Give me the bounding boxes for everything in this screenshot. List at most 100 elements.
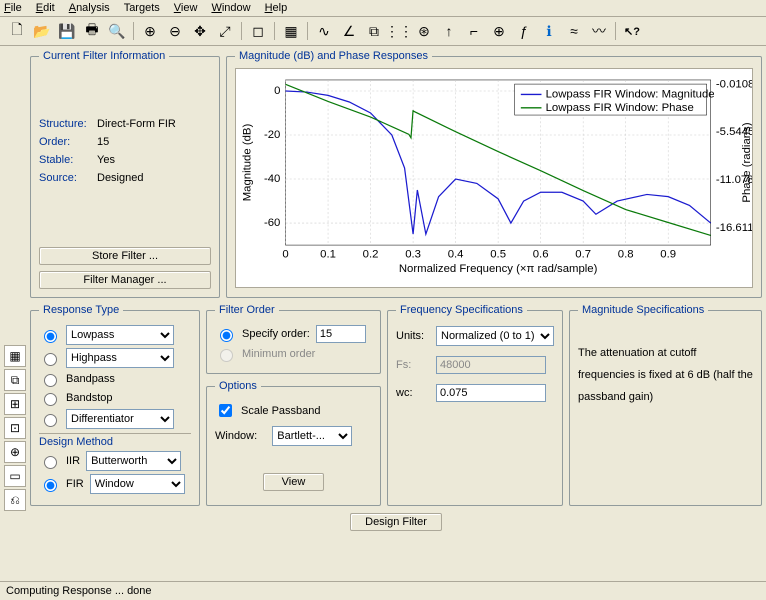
highpass-radio[interactable] (44, 353, 57, 366)
magnitude-icon[interactable]: ∿ (313, 20, 335, 42)
info-icon[interactable]: ℹ (538, 20, 560, 42)
zoom-xy-icon[interactable]: ⤢ (214, 20, 236, 42)
round-icon[interactable]: ≈ (563, 20, 585, 42)
window-select[interactable]: Bartlett-... (272, 426, 352, 446)
filter-info-legend: Current Filter Information (39, 50, 169, 62)
lowpass-select[interactable]: Lowpass (66, 325, 174, 345)
menu-targets[interactable]: Targets (124, 2, 160, 14)
filter-order-panel: Filter Order Specify order: Minimum orde… (206, 304, 381, 374)
svg-text:Phase (radians): Phase (radians) (741, 122, 752, 202)
svg-text:0.4: 0.4 (448, 248, 464, 260)
pan-icon[interactable]: ✥ (189, 20, 211, 42)
freq-spec-legend: Frequency Specifications (396, 304, 527, 316)
svg-text:0.7: 0.7 (575, 248, 591, 260)
diff-radio[interactable] (44, 414, 57, 427)
source-value: Designed (97, 172, 211, 184)
responses-panel: Magnitude (dB) and Phase Responses 00.10… (226, 50, 762, 298)
svg-text:0.5: 0.5 (490, 248, 506, 260)
iir-label: IIR (66, 455, 80, 467)
zoom-out-icon[interactable]: ⊖ (164, 20, 186, 42)
response-type-panel: Response Type Lowpass Highpass Bandpass … (30, 304, 200, 506)
help-icon[interactable]: ↖? (621, 20, 643, 42)
menu-view[interactable]: View (174, 2, 198, 14)
status-text: Computing Response ... done (6, 585, 152, 597)
filter-spec-icon[interactable]: ▦ (280, 20, 302, 42)
polezero-icon[interactable]: ⊕ (488, 20, 510, 42)
bandstop-label: Bandstop (66, 392, 112, 404)
svg-text:0.2: 0.2 (363, 248, 379, 260)
svg-text:0: 0 (274, 85, 280, 97)
chart-canvas[interactable]: 00.10.20.30.40.50.60.70.80.90-20-40-60-0… (235, 68, 753, 288)
coeffs-icon[interactable]: ƒ (513, 20, 535, 42)
svg-text:0: 0 (282, 248, 288, 260)
print-preview-icon[interactable]: 🔍 (106, 20, 128, 42)
group-delay-icon[interactable]: ⋮⋮ (388, 20, 410, 42)
impulse-icon[interactable]: ↑ (438, 20, 460, 42)
menubar: File Edit Analysis Targets View Window H… (0, 0, 766, 17)
menu-edit[interactable]: Edit (36, 2, 55, 14)
mag-spec-text: The attenuation at cutoff frequencies is… (578, 342, 753, 408)
window-label: Window: (215, 430, 257, 442)
iir-select[interactable]: Butterworth (86, 451, 181, 471)
sb-icon-7[interactable]: ⎌ (4, 489, 26, 511)
svg-text:Normalized Frequency (×π rad/s: Normalized Frequency (×π rad/sample) (399, 263, 598, 275)
wave-icon[interactable]: 〰 (588, 20, 610, 42)
phase-delay-icon[interactable]: ⊛ (413, 20, 435, 42)
zoom-in-icon[interactable]: ⊕ (139, 20, 161, 42)
toolbar: 🗋 📂 💾 🖶 🔍 ⊕ ⊖ ✥ ⤢ ◻ ▦ ∿ ∠ ⧉ ⋮⋮ ⊛ ↑ ⌐ ⊕ ƒ… (0, 17, 766, 46)
source-label: Source: (39, 172, 97, 184)
sb-icon-2[interactable]: ⧉ (4, 369, 26, 391)
sb-icon-5[interactable]: ⊕ (4, 441, 26, 463)
menu-analysis[interactable]: Analysis (69, 2, 110, 14)
new-icon[interactable]: 🗋 (6, 20, 28, 42)
diff-select[interactable]: Differentiator (66, 409, 174, 429)
specify-order-radio[interactable] (220, 329, 233, 342)
units-select[interactable]: Normalized (0 to 1) (436, 326, 554, 346)
status-bar: Computing Response ... done (0, 581, 766, 600)
full-view-icon[interactable]: ◻ (247, 20, 269, 42)
design-filter-button[interactable]: Design Filter (350, 513, 442, 531)
fir-label: FIR (66, 478, 84, 490)
svg-text:0.8: 0.8 (618, 248, 634, 260)
fs-input (436, 356, 546, 374)
menu-window[interactable]: Window (211, 2, 250, 14)
design-method-legend: Design Method (39, 433, 191, 448)
structure-label: Structure: (39, 118, 97, 130)
options-legend: Options (215, 380, 261, 392)
sb-icon-3[interactable]: ⊞ (4, 393, 26, 415)
store-filter-button[interactable]: Store Filter ... (39, 247, 211, 265)
print-icon[interactable]: 🖶 (81, 20, 103, 42)
view-button[interactable]: View (263, 473, 325, 491)
order-label: Order: (39, 136, 97, 148)
scale-passband-check[interactable] (219, 404, 232, 417)
svg-text:0.9: 0.9 (660, 248, 676, 260)
wc-input[interactable] (436, 384, 546, 402)
svg-text:0.6: 0.6 (533, 248, 549, 260)
sb-icon-1[interactable]: ▦ (4, 345, 26, 367)
step-icon[interactable]: ⌐ (463, 20, 485, 42)
fir-select[interactable]: Window (90, 474, 185, 494)
mag-spec-legend: Magnitude Specifications (578, 304, 708, 316)
sb-icon-4[interactable]: ⊡ (4, 417, 26, 439)
menu-file[interactable]: File (4, 2, 22, 14)
responses-legend: Magnitude (dB) and Phase Responses (235, 50, 432, 62)
bandpass-radio[interactable] (44, 374, 57, 387)
specify-order-label: Specify order: (242, 328, 310, 340)
svg-text:Lowpass FIR Window: Magnitude: Lowpass FIR Window: Magnitude (546, 89, 715, 101)
units-label: Units: (396, 330, 436, 342)
fir-radio[interactable] (44, 479, 57, 492)
iir-radio[interactable] (44, 456, 57, 469)
svg-text:Lowpass FIR Window: Phase: Lowpass FIR Window: Phase (546, 102, 694, 114)
sb-icon-6[interactable]: ▭ (4, 465, 26, 487)
order-input[interactable] (316, 325, 366, 343)
phase-icon[interactable]: ∠ (338, 20, 360, 42)
highpass-select[interactable]: Highpass (66, 348, 174, 368)
open-icon[interactable]: 📂 (31, 20, 53, 42)
bandstop-radio[interactable] (44, 393, 57, 406)
svg-text:-0.0108: -0.0108 (716, 78, 752, 90)
save-icon[interactable]: 💾 (56, 20, 78, 42)
magphase-icon[interactable]: ⧉ (363, 20, 385, 42)
menu-help[interactable]: Help (265, 2, 288, 14)
filter-manager-button[interactable]: Filter Manager ... (39, 271, 211, 289)
lowpass-radio[interactable] (44, 330, 57, 343)
